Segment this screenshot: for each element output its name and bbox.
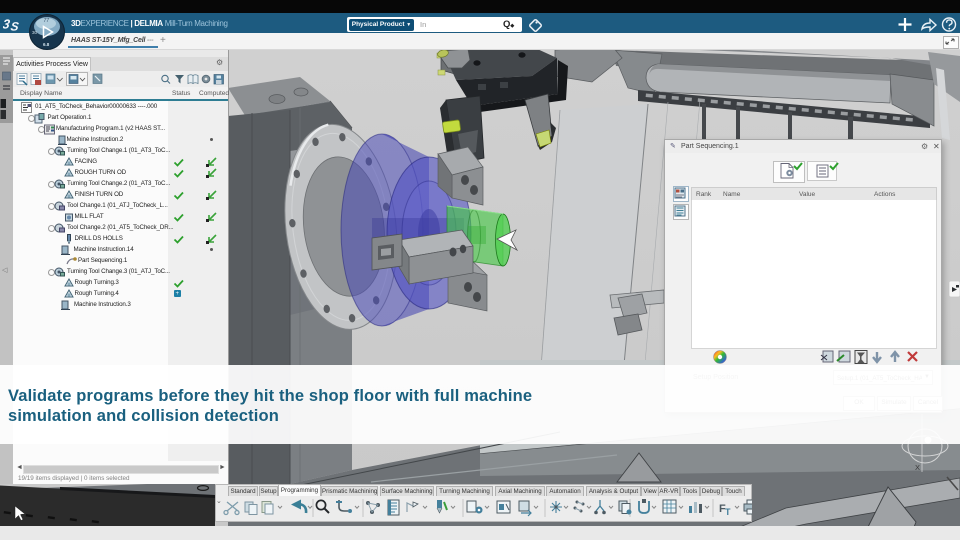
svg-text:30: 30 — [32, 30, 38, 35]
svg-text:X: X — [915, 463, 920, 472]
svg-text:T: T — [725, 507, 731, 517]
svg-text:S: S — [10, 20, 20, 33]
svg-text:6.8: 6.8 — [43, 42, 50, 47]
svg-text:77: 77 — [44, 18, 50, 24]
svg-text:◁: ◁ — [2, 267, 8, 274]
